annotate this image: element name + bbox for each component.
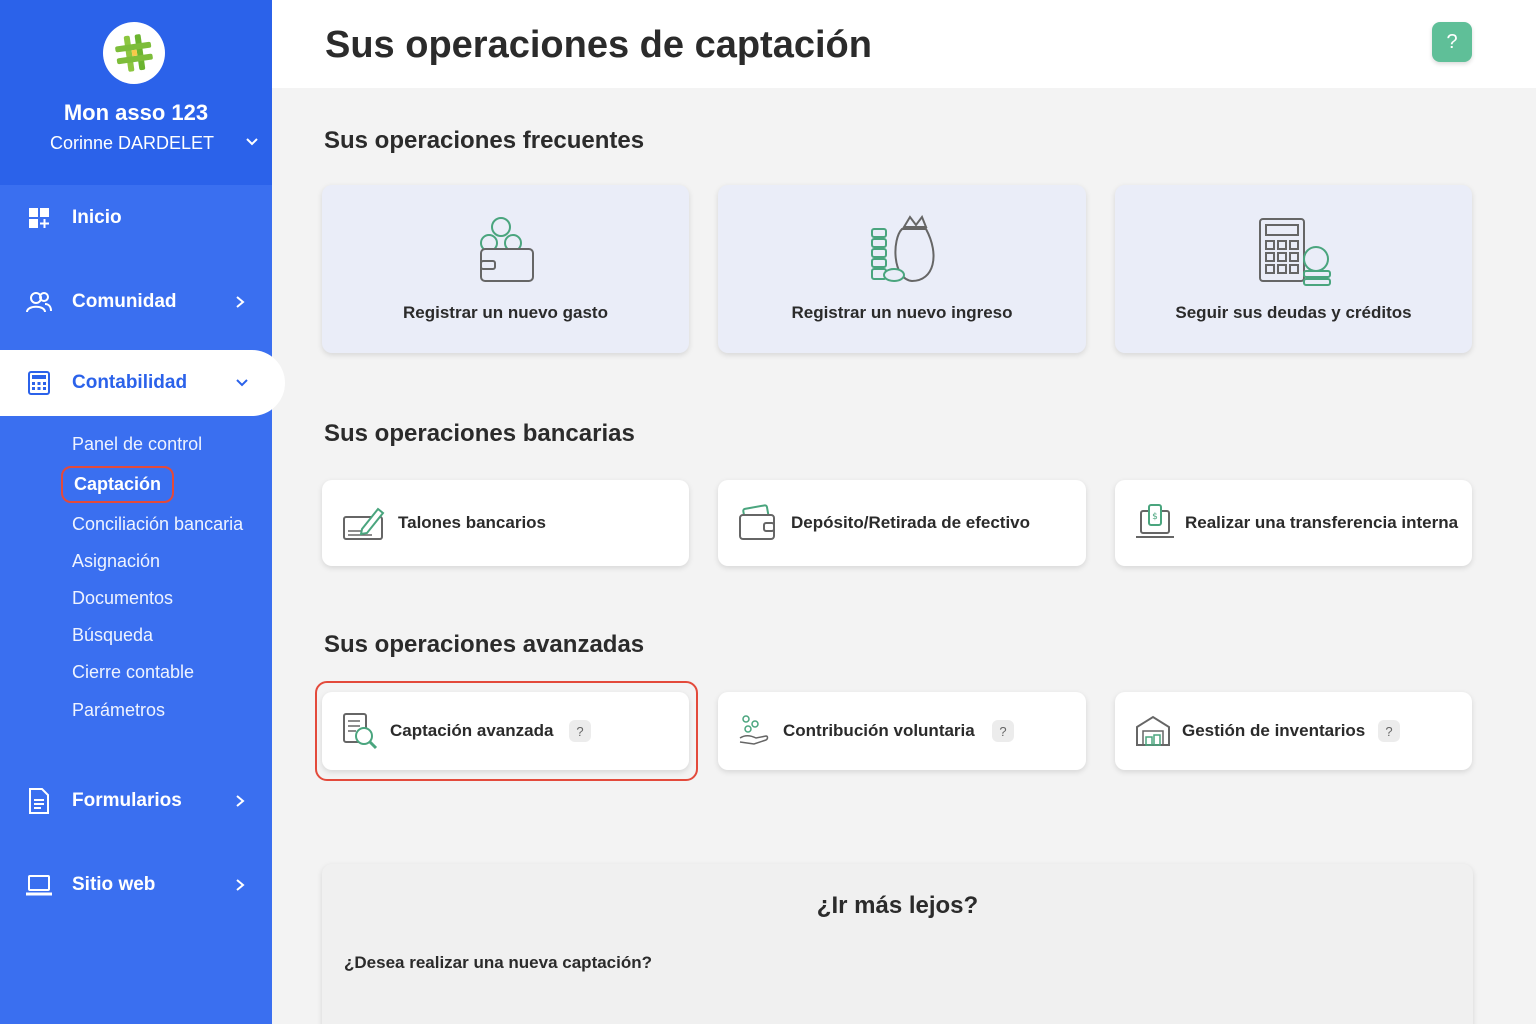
card-label: Captación avanzada — [390, 721, 554, 740]
card-label: Seguir sus deudas y créditos — [1175, 303, 1412, 322]
nav-label: Inicio — [72, 207, 122, 228]
card-register-income[interactable]: Registrar un nuevo ingreso — [718, 185, 1086, 353]
sub-item-captacion[interactable]: Captación — [61, 466, 175, 503]
hand-coins-icon — [739, 715, 769, 745]
calculator-icon — [25, 369, 53, 397]
svg-text:$: $ — [1152, 512, 1158, 522]
go-further-question: ¿Desea realizar una nueva captación? — [344, 953, 653, 972]
wallet-coins-icon — [479, 217, 534, 282]
card-internal-transfer[interactable]: $ Realizar una transferencia interna — [1115, 480, 1472, 566]
money-bag-icon — [871, 215, 935, 283]
nav-item-formularios[interactable]: Formularios — [0, 768, 272, 834]
help-button[interactable]: ? — [1432, 22, 1472, 62]
card-label: Realizar una transferencia interna — [1185, 513, 1459, 532]
sub-item-panel-de-control[interactable]: Panel de control — [72, 434, 202, 455]
dashboard-icon — [25, 204, 53, 232]
sub-item-busqueda[interactable]: Búsqueda — [72, 625, 153, 646]
document-icon — [25, 787, 53, 815]
sub-item-asignacion[interactable]: Asignación — [72, 551, 160, 572]
section-title-advanced: Sus operaciones avanzadas — [324, 631, 645, 658]
sidebar: Mon asso 123 Corinne DARDELET Inicio Com… — [0, 0, 285, 1024]
chevron-down-icon — [236, 379, 248, 387]
chevron-right-icon — [236, 296, 245, 308]
card-label: Depósito/Retirada de efectivo — [791, 513, 1031, 532]
card-label: Contribución voluntaria — [783, 721, 975, 740]
help-badge[interactable]: ? — [992, 720, 1014, 742]
laptop-icon — [25, 871, 53, 899]
card-label: Registrar un nuevo gasto — [403, 303, 608, 322]
laptop-transfer-icon: $ — [1136, 504, 1174, 538]
chevron-down-icon[interactable] — [244, 136, 260, 148]
section-title-frequent: Sus operaciones frecuentes — [324, 127, 645, 154]
card-register-expense[interactable]: Registrar un nuevo gasto — [322, 185, 689, 353]
organization-name: Mon asso 123 — [63, 100, 209, 125]
nav-label: Formularios — [72, 790, 182, 811]
card-inventory-management[interactable]: Gestión de inventarios ? — [1115, 692, 1472, 770]
nav-item-contabilidad[interactable]: Contabilidad — [0, 350, 285, 416]
nav-label: Comunidad — [72, 291, 177, 312]
sub-item-documentos[interactable]: Documentos — [72, 588, 173, 609]
sub-item-parametros[interactable]: Parámetros — [72, 700, 165, 721]
users-icon — [25, 288, 53, 316]
go-further-title: ¿Ir más lejos? — [816, 892, 979, 919]
section-title-bank: Sus operaciones bancarias — [324, 420, 635, 447]
nav-item-comunidad[interactable]: Comunidad — [0, 269, 272, 335]
card-advanced-capture[interactable]: Captación avanzada ? — [322, 692, 689, 770]
nav-label: Sitio web — [72, 874, 156, 895]
sidebar-header: Mon asso 123 Corinne DARDELET — [0, 0, 272, 185]
card-label: Talones bancarios — [398, 513, 547, 532]
help-badge[interactable]: ? — [1378, 720, 1400, 742]
card-voluntary-contribution[interactable]: Contribución voluntaria ? — [718, 692, 1086, 770]
page-title: Sus operaciones de captación — [325, 24, 872, 66]
warehouse-icon — [1136, 715, 1170, 746]
hash-logo-icon — [115, 34, 153, 72]
card-label: Registrar un nuevo ingreso — [791, 303, 1013, 322]
chevron-right-icon — [236, 879, 245, 891]
card-cash-deposit[interactable]: Depósito/Retirada de efectivo — [718, 480, 1086, 566]
user-name[interactable]: Corinne DARDELET — [50, 133, 214, 154]
sub-item-conciliacion-bancaria[interactable]: Conciliación bancaria — [72, 514, 243, 535]
page-header: Sus operaciones de captación ? — [272, 0, 1536, 88]
sub-item-cierre-contable[interactable]: Cierre contable — [72, 662, 194, 683]
calculator-coins-icon — [1258, 218, 1331, 286]
cash-wallet-icon — [739, 504, 775, 540]
nav-item-sitio-web[interactable]: Sitio web — [0, 852, 272, 918]
go-further-panel: ¿Ir más lejos? ¿Desea realizar una nueva… — [322, 864, 1473, 1024]
card-debts-credits[interactable]: Seguir sus deudas y créditos — [1115, 185, 1472, 353]
document-search-icon — [343, 713, 378, 750]
cheque-pen-icon — [343, 507, 385, 540]
organization-logo[interactable] — [103, 22, 165, 84]
card-label: Gestión de inventarios — [1182, 721, 1366, 740]
card-cheques[interactable]: Talones bancarios — [322, 480, 689, 566]
help-badge[interactable]: ? — [569, 720, 591, 742]
nav-item-inicio[interactable]: Inicio — [0, 185, 272, 251]
nav-label: Contabilidad — [72, 372, 188, 393]
chevron-right-icon — [236, 795, 245, 807]
